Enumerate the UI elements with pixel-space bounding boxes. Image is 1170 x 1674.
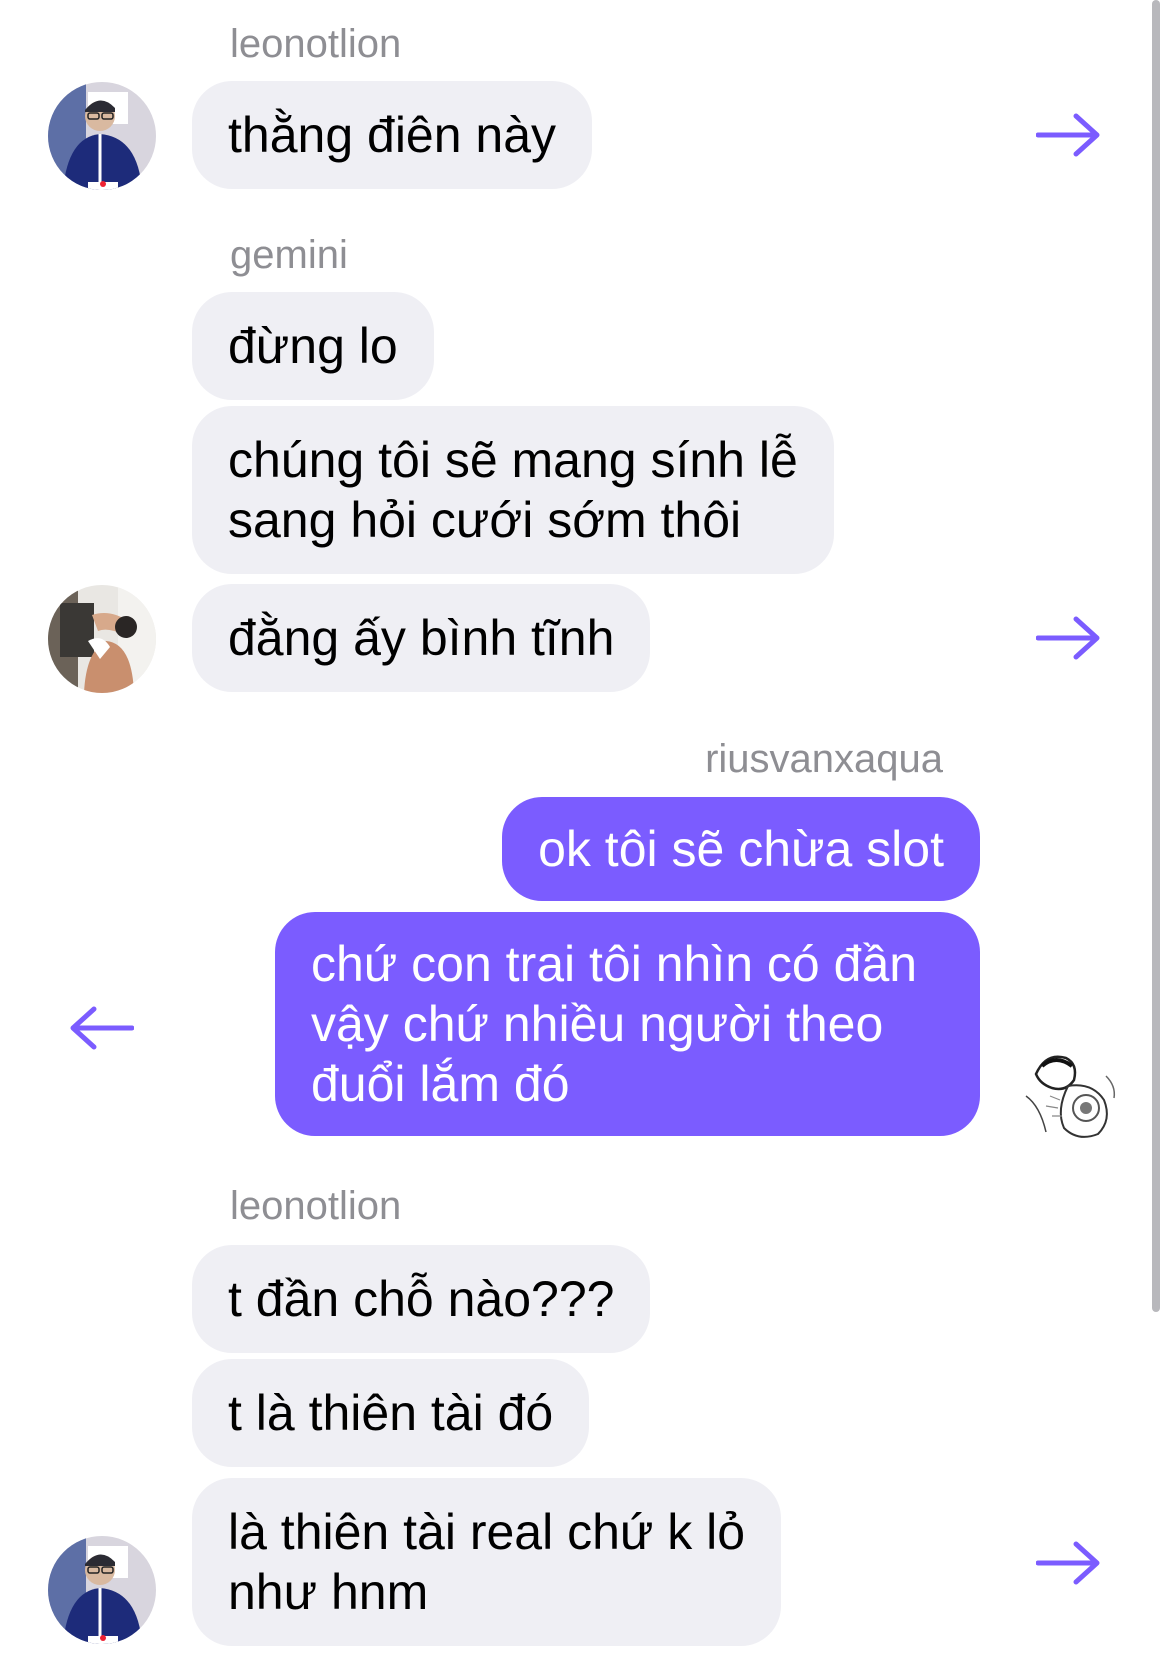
message-bubble[interactable]: t đần chỗ nào???: [192, 1245, 651, 1353]
arrow-left-icon[interactable]: [70, 1006, 134, 1050]
chat-thread: leonotlion thằng điên này gemini đừng lo…: [0, 0, 1170, 1674]
arrow-right-icon[interactable]: [1036, 113, 1100, 157]
message-bubble[interactable]: đừng lo: [192, 292, 434, 400]
message-bubble[interactable]: đằng ấy bình tĩnh: [192, 584, 651, 692]
message-bubble[interactable]: t là thiên tài đó: [192, 1359, 590, 1467]
message-bubble[interactable]: thằng điên này: [192, 81, 593, 189]
user-avatar[interactable]: [48, 585, 156, 693]
user-avatar[interactable]: [48, 82, 156, 190]
message-bubble[interactable]: chứ con trai tôi nhìn có đần vậy chứ nhi…: [275, 912, 980, 1136]
user-avatar[interactable]: [1016, 1036, 1124, 1144]
sender-name: leonotlion: [230, 22, 402, 66]
sender-name: leonotlion: [230, 1184, 402, 1228]
user-avatar[interactable]: [48, 1536, 156, 1644]
sender-name: riusvanxaqua: [705, 737, 943, 781]
arrow-right-icon[interactable]: [1036, 616, 1100, 660]
message-bubble[interactable]: ok tôi sẽ chừa slot: [502, 797, 980, 901]
message-bubble[interactable]: là thiên tài real chứ k lỏ như hnm: [192, 1478, 782, 1646]
scrollbar[interactable]: [1152, 0, 1160, 1312]
sender-name: gemini: [230, 233, 348, 277]
arrow-right-icon[interactable]: [1036, 1541, 1100, 1585]
message-bubble[interactable]: chúng tôi sẽ mang sính lễ sang hỏi cưới …: [192, 406, 834, 574]
